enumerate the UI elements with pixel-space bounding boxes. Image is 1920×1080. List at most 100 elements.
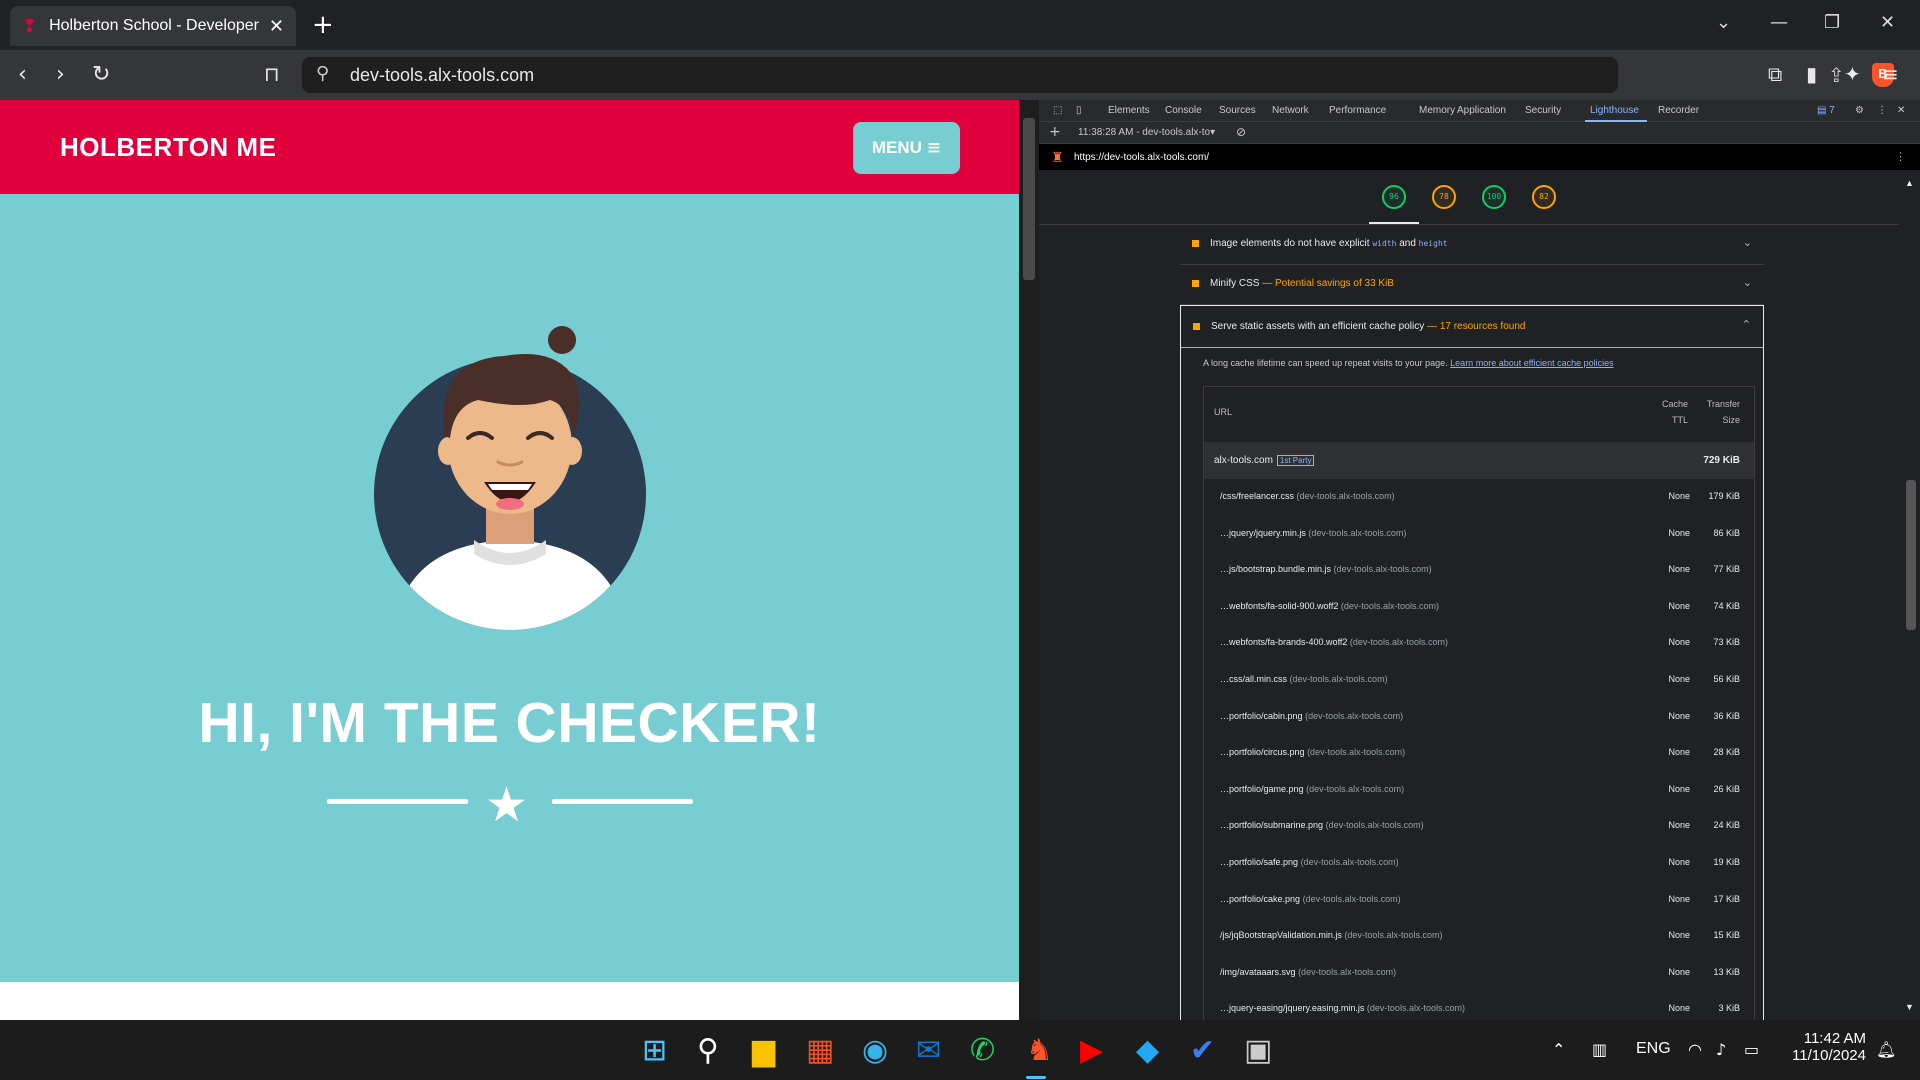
row-transfer-size: 36 KiB <box>1713 710 1740 721</box>
tab-memory[interactable]: Memory <box>1419 105 1455 116</box>
next-section <box>0 982 1019 1020</box>
tray-chevron-up-icon[interactable]: ⌃ <box>1552 1040 1565 1059</box>
wifi-icon[interactable]: ◠ <box>1688 1040 1702 1059</box>
youtube-icon[interactable]: ▶ <box>1080 1033 1103 1068</box>
more-options-icon[interactable]: ⋮ <box>1877 105 1887 116</box>
menu-button[interactable]: MENU ≡ <box>853 122 960 174</box>
row-url-path[interactable]: …css/all.min.css <box>1220 674 1287 684</box>
chevron-down-icon[interactable]: ⌄ <box>1743 236 1752 249</box>
new-tab-icon[interactable]: + <box>312 10 334 40</box>
tab-sources[interactable]: Sources <box>1219 105 1256 116</box>
audit-image-dimensions[interactable]: Image elements do not have explicit widt… <box>1180 225 1764 265</box>
close-devtools-icon[interactable]: ✕ <box>1897 105 1905 116</box>
extensions-icon[interactable]: ⧉ <box>1768 62 1782 86</box>
devtools-scrollbar-thumb[interactable] <box>1906 480 1916 630</box>
tab-network[interactable]: Network <box>1272 105 1309 116</box>
vscode-icon[interactable]: ◆ <box>1136 1033 1159 1068</box>
row-url-path[interactable]: …portfolio/cake.png <box>1220 894 1300 904</box>
inspect-element-icon[interactable]: ⬚ <box>1053 105 1062 116</box>
scroll-down-icon[interactable]: ▼ <box>1905 1002 1914 1012</box>
tab-performance[interactable]: Performance <box>1329 105 1386 116</box>
new-report-icon[interactable]: + <box>1049 124 1061 140</box>
report-selector[interactable]: 11:38:28 AM - dev-tools.alx-to▾ <box>1078 127 1215 138</box>
row-url-path[interactable]: …portfolio/cabin.png <box>1220 711 1303 721</box>
close-window-icon[interactable]: ✕ <box>1880 12 1895 33</box>
whatsapp-icon[interactable]: ✆ <box>970 1033 995 1068</box>
audit-cache-header[interactable]: Serve static assets with an efficient ca… <box>1181 306 1763 348</box>
settings-gear-icon[interactable]: ⚙ <box>1855 105 1864 116</box>
main-menu-icon[interactable]: ≡ <box>1882 62 1899 86</box>
device-toolbar-icon[interactable]: ▯ <box>1076 105 1082 116</box>
battery-icon[interactable]: ▭ <box>1744 1040 1759 1059</box>
sidebar-icon[interactable]: ▮ <box>1806 62 1817 86</box>
row-url-path[interactable]: …portfolio/submarine.png <box>1220 820 1323 830</box>
tab-console[interactable]: Console <box>1165 105 1202 116</box>
brave-taskbar-icon[interactable]: ♞ <box>1026 1033 1053 1068</box>
forward-icon[interactable]: › <box>56 62 65 87</box>
site-brand[interactable]: HOLBERTON ME <box>60 132 276 163</box>
row-host: (dev-tools.alx-tools.com) <box>1305 710 1404 721</box>
row-url-path[interactable]: /js/jqBootstrapValidation.min.js <box>1220 930 1342 940</box>
microsoft-store-icon[interactable]: ▦ <box>806 1033 834 1068</box>
chevron-up-icon[interactable]: ⌃ <box>1742 318 1751 331</box>
leo-ai-icon[interactable]: ✦ <box>1844 62 1861 86</box>
score-best-practices[interactable]: 100 <box>1482 185 1506 209</box>
row-url-path[interactable]: …webfonts/fa-brands-400.woff2 <box>1220 637 1347 647</box>
row-transfer-size: 28 KiB <box>1713 747 1740 758</box>
todo-icon[interactable]: ✔ <box>1190 1033 1215 1068</box>
score-accessibility[interactable]: 78 <box>1432 185 1456 209</box>
row-url-path[interactable]: …jquery-easing/jquery.easing.min.js <box>1220 1003 1364 1013</box>
tab-recorder[interactable]: Recorder <box>1658 105 1699 116</box>
address-bar[interactable]: ⚲ dev-tools.alx-tools.com ⇪ B <box>302 57 1894 93</box>
tray-app-icon[interactable]: ▥ <box>1592 1040 1607 1059</box>
report-menu-icon[interactable]: ⋮ <box>1895 150 1906 163</box>
language-indicator[interactable]: ENG <box>1636 1040 1671 1058</box>
scroll-up-icon[interactable]: ▲ <box>1905 178 1914 188</box>
lighthouse-toolbar: + 11:38:28 AM - dev-tools.alx-to▾ ⊘ <box>1039 122 1920 144</box>
restore-icon[interactable]: ❐ <box>1824 12 1840 33</box>
row-url-path[interactable]: …portfolio/safe.png <box>1220 857 1298 867</box>
start-icon[interactable]: ⊞ <box>642 1033 667 1068</box>
devtools-scrollbar[interactable]: ▲ ▼ <box>1900 170 1920 1020</box>
notification-bell-icon[interactable]: 🔔︎ <box>1876 1040 1896 1059</box>
clear-reports-icon[interactable]: ⊘ <box>1236 125 1246 139</box>
row-url-path[interactable]: /img/avataaars.svg <box>1220 967 1296 977</box>
volume-icon[interactable]: ♪ <box>1716 1040 1726 1059</box>
share-icon[interactable]: ⇪ <box>1828 63 1845 87</box>
score-performance[interactable]: 96 <box>1382 185 1406 209</box>
site-settings-icon[interactable]: ⚲ <box>316 63 329 84</box>
score-gauges: 96 78 100 82 <box>1039 170 1899 225</box>
tab-security[interactable]: Security <box>1525 105 1561 116</box>
back-icon[interactable]: ‹ <box>18 62 27 87</box>
row-url-path[interactable]: …portfolio/game.png <box>1220 784 1304 794</box>
learn-more-link[interactable]: Learn more about efficient cache policie… <box>1450 358 1613 368</box>
file-explorer-icon[interactable]: ▆ <box>752 1033 775 1068</box>
tab-search-chevron-icon[interactable]: ⌄ <box>1716 12 1731 33</box>
reload-icon[interactable]: ↻ <box>92 62 110 87</box>
page-scrollbar[interactable] <box>1019 100 1039 1020</box>
tab-elements[interactable]: Elements <box>1108 105 1150 116</box>
tab-application[interactable]: Application <box>1457 105 1506 116</box>
tab-lighthouse[interactable]: Lighthouse <box>1590 105 1639 116</box>
issues-count[interactable]: ▤ 7 <box>1817 105 1835 116</box>
close-tab-icon[interactable]: ✕ <box>269 16 284 37</box>
row-url-path[interactable]: …portfolio/circus.png <box>1220 747 1305 757</box>
audit-minify-css[interactable]: Minify CSS — Potential savings of 33 KiB… <box>1180 265 1764 305</box>
row-url-path[interactable]: …js/bootstrap.bundle.min.js <box>1220 564 1331 574</box>
search-icon[interactable]: ⚲ <box>697 1033 719 1068</box>
browser-tab[interactable]: ❢ Holberton School - Developer t ✕ <box>10 6 296 46</box>
edge-icon[interactable]: ◉ <box>862 1033 888 1068</box>
page-scrollbar-thumb[interactable] <box>1023 118 1035 280</box>
bookmark-icon[interactable]: ⊓ <box>264 62 280 86</box>
score-seo[interactable]: 82 <box>1532 185 1556 209</box>
row-url-path[interactable]: …jquery/jquery.min.js <box>1220 528 1306 538</box>
minimize-icon[interactable]: — <box>1770 12 1788 33</box>
outlook-icon[interactable]: ✉ <box>916 1033 941 1068</box>
row-url-path[interactable]: /css/freelancer.css <box>1220 491 1294 501</box>
row-host: (dev-tools.alx-tools.com) <box>1349 637 1448 648</box>
row-url-path[interactable]: …webfonts/fa-solid-900.woff2 <box>1220 601 1338 611</box>
terminal-icon[interactable]: ▣ <box>1244 1033 1272 1068</box>
chevron-down-icon[interactable]: ⌄ <box>1743 276 1752 289</box>
report-url: https://dev-tools.alx-tools.com/ <box>1074 152 1210 163</box>
clock[interactable]: 11:42 AM 11/10/2024 <box>1786 1030 1866 1064</box>
